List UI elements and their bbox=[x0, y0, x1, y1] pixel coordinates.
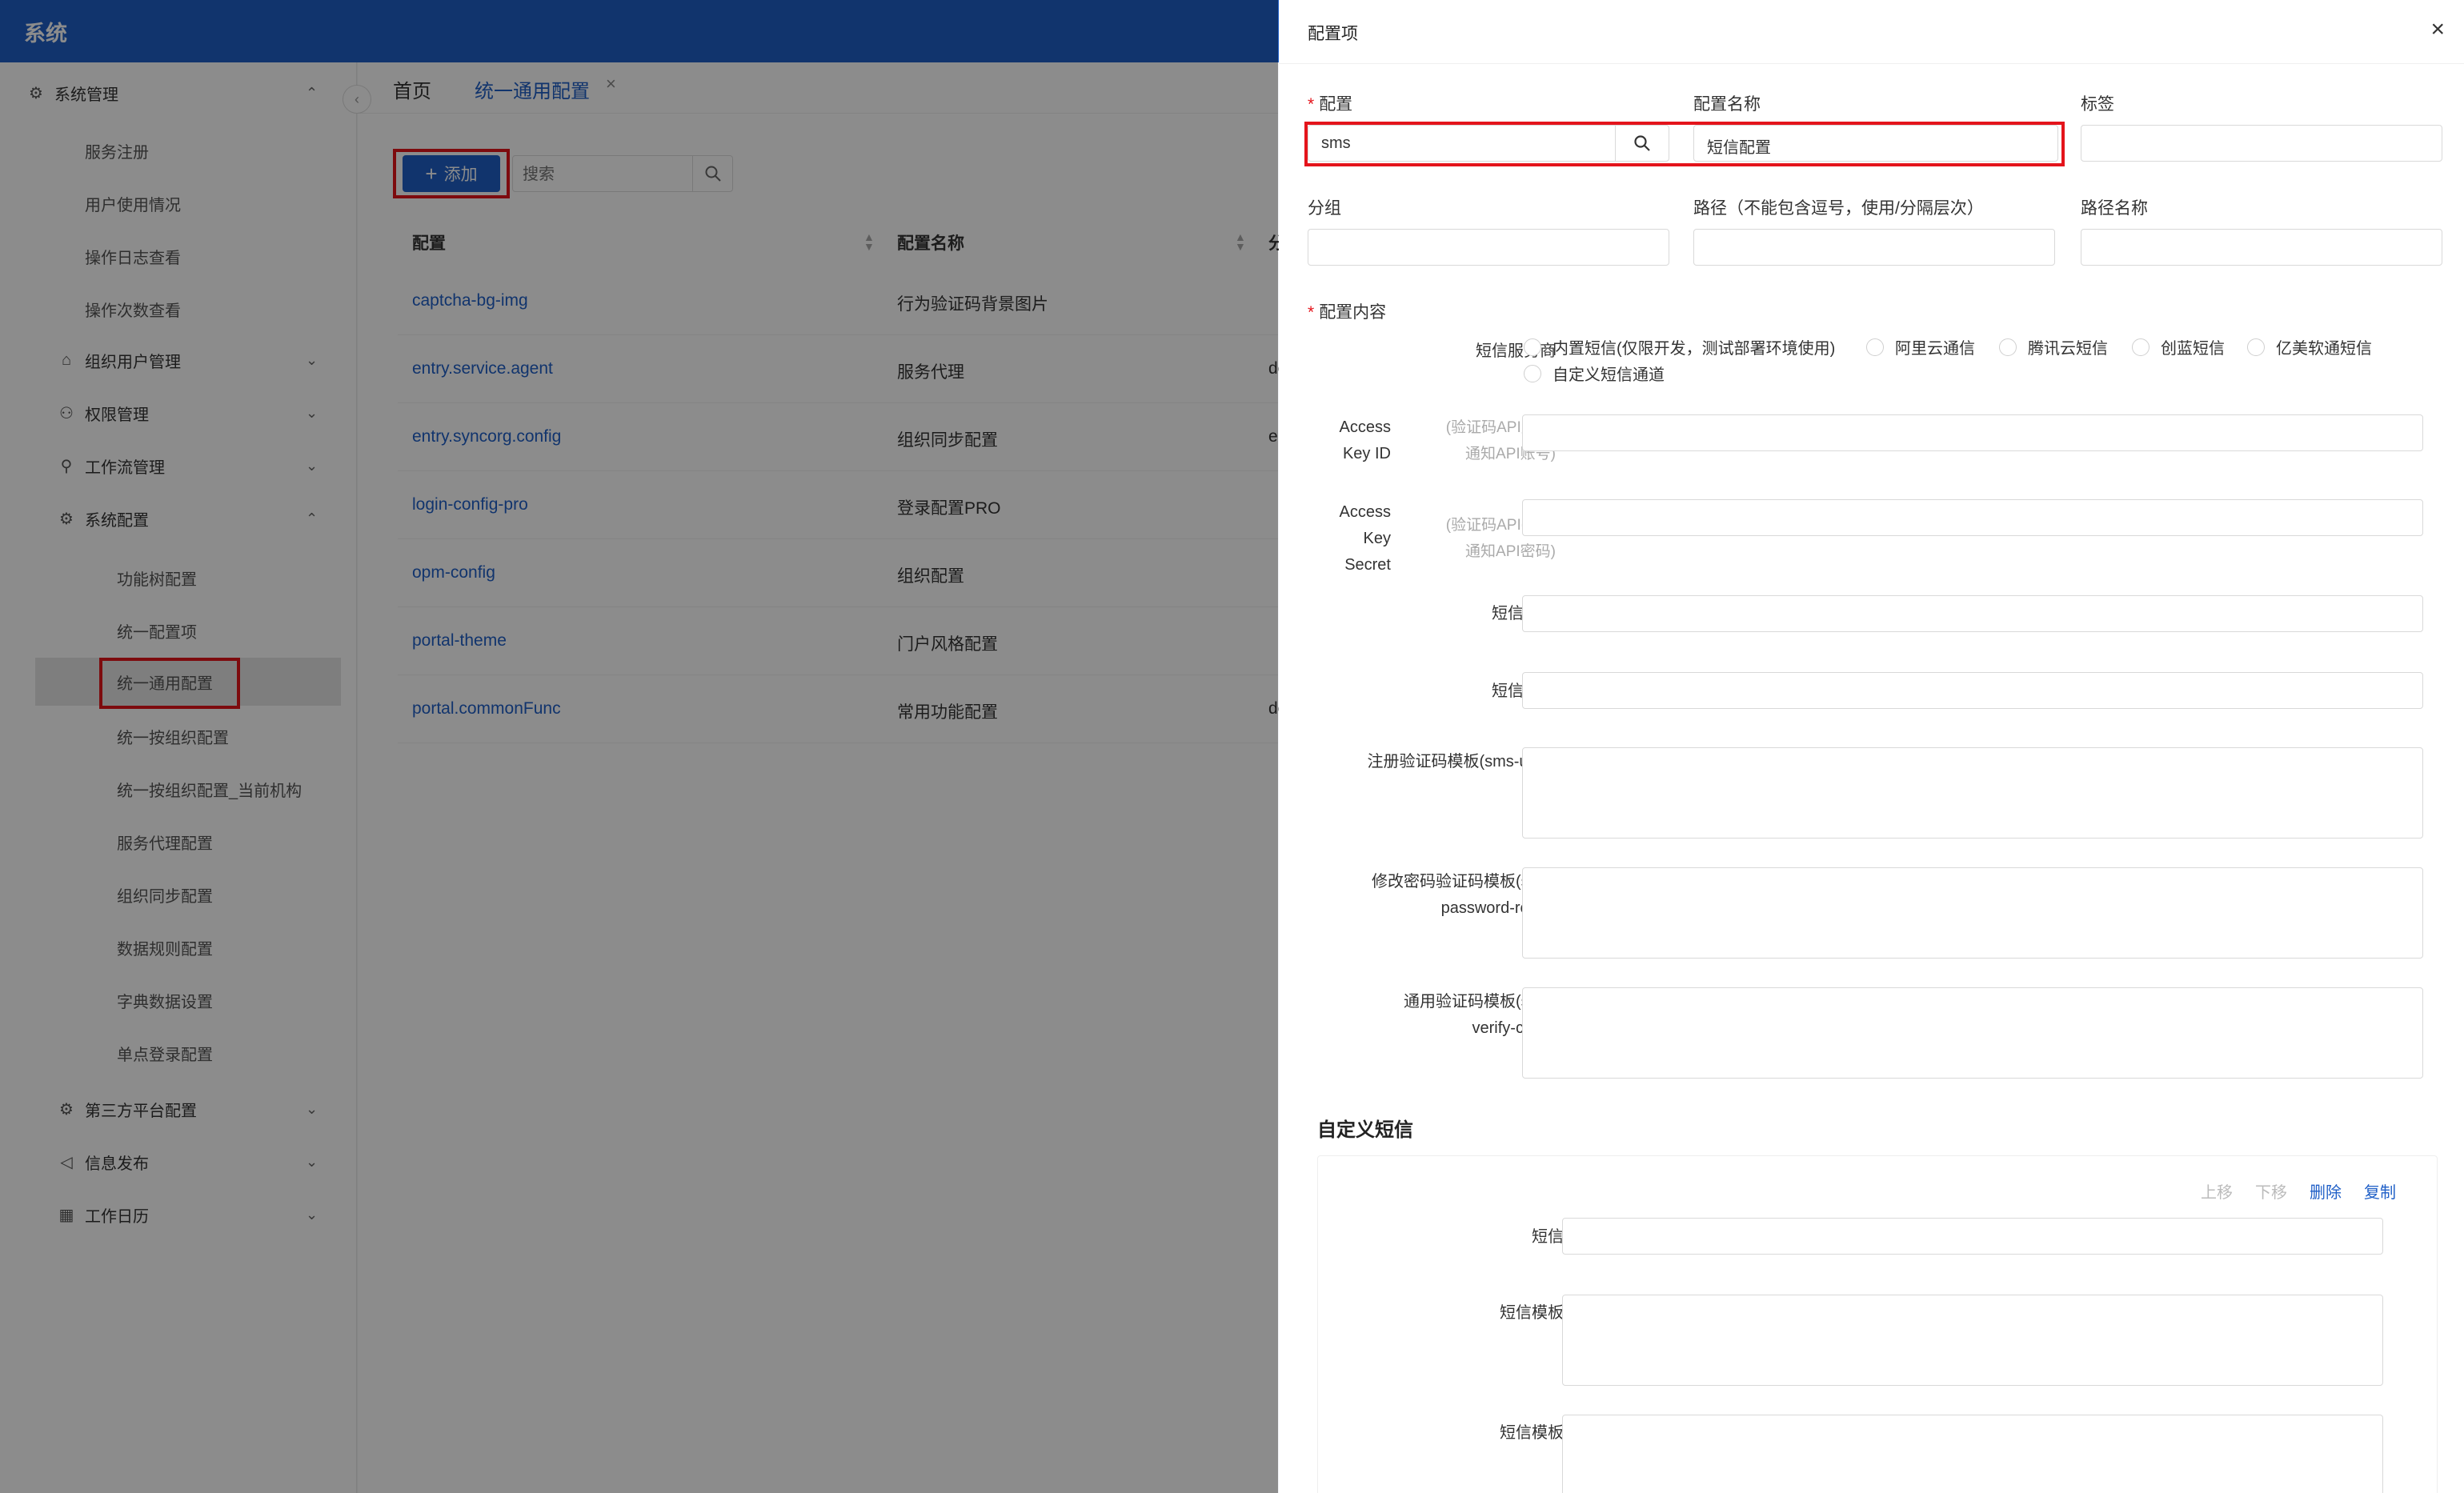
access-key-id-label: Access Key ID bbox=[1311, 414, 1391, 467]
sms-code-input[interactable] bbox=[1562, 1218, 2383, 1255]
sms-template-content-textarea[interactable] bbox=[1562, 1415, 2383, 1493]
radio-builtin-sms[interactable]: 内置短信(仅限开发，测试部署环境使用) bbox=[1524, 335, 1835, 358]
radio-circle bbox=[1524, 338, 1541, 356]
hint-line: 通知API密码) bbox=[1465, 543, 1556, 560]
radio-label: 亿美软通短信 bbox=[2276, 340, 2372, 358]
radio-label: 自定义短信通道 bbox=[1553, 366, 1665, 384]
radio-chuanglan[interactable]: 创蓝短信 bbox=[2132, 335, 2225, 358]
move-up-button[interactable]: 上移 bbox=[2201, 1179, 2233, 1203]
group-label: 分组 bbox=[1308, 199, 1341, 218]
radio-circle bbox=[2132, 338, 2149, 356]
highlight-box-config bbox=[1304, 122, 2065, 166]
reset-template-textarea[interactable] bbox=[1522, 867, 2423, 959]
required-mark: * bbox=[1308, 95, 1315, 114]
path-input[interactable] bbox=[1693, 229, 2055, 266]
reset-template-label: 修改密码验证码模板(sms- password-reset) bbox=[1287, 869, 1556, 922]
label-line: Access bbox=[1339, 418, 1391, 436]
radio-label: 内置短信(仅限开发，测试部署环境使用) bbox=[1553, 340, 1836, 358]
radio-label: 创蓝短信 bbox=[2161, 340, 2225, 358]
access-key-secret-input[interactable] bbox=[1522, 499, 2423, 536]
config-name-label: 配置名称 bbox=[1693, 95, 1761, 114]
tag-label: 标签 bbox=[2081, 95, 2114, 114]
custom-sms-title: 自定义短信 bbox=[1317, 1119, 1413, 1141]
radio-label: 腾讯云短信 bbox=[2028, 340, 2108, 358]
radio-label: 阿里云通信 bbox=[1895, 340, 1975, 358]
sms-template-code-label: 短信模板编码 bbox=[1500, 1304, 1596, 1322]
sms-code-label: 短信编码 bbox=[1327, 1224, 1596, 1251]
content-label: * 配置内容 bbox=[1308, 299, 1386, 323]
drawer-title: 配置项 bbox=[1308, 25, 1358, 43]
drawer-header: 配置项 × bbox=[1279, 0, 2464, 64]
sms-provider-label: 短信服务商 bbox=[1476, 342, 1556, 360]
close-icon[interactable]: × bbox=[2430, 16, 2445, 43]
tag-input[interactable] bbox=[2081, 125, 2442, 162]
config-label-text: 配置 bbox=[1319, 95, 1353, 114]
radio-emay[interactable]: 亿美软通短信 bbox=[2247, 335, 2372, 358]
label-line: password-reset) bbox=[1440, 899, 1556, 917]
config-drawer: 配置项 × * 配置 sms 配置名称 短信配置 标签 分组 路径（不能包含逗号，… bbox=[1279, 0, 2464, 1493]
verify-template-textarea[interactable] bbox=[1522, 987, 2423, 1079]
radio-tencent[interactable]: 腾讯云短信 bbox=[1999, 335, 2108, 358]
path-name-label: 路径名称 bbox=[2081, 199, 2148, 218]
reg-template-label: 注册验证码模板(sms-user- reg) bbox=[1287, 749, 1556, 802]
sms-address-label: 短信地址 bbox=[1311, 678, 1556, 705]
config-label: * 配置 bbox=[1308, 91, 1352, 115]
content-label-text: 配置内容 bbox=[1319, 303, 1387, 322]
radio-aliyun[interactable]: 阿里云通信 bbox=[1866, 335, 1975, 358]
sms-template-code-textarea[interactable] bbox=[1562, 1295, 2383, 1386]
label-line: reg) bbox=[1287, 775, 1556, 802]
sms-address-input[interactable] bbox=[1522, 672, 2423, 709]
group-input[interactable] bbox=[1308, 229, 1669, 266]
verify-template-label: 通用验证码模板(sms- verify-code) bbox=[1287, 989, 1556, 1042]
sms-sign-label: 短信签名 bbox=[1311, 601, 1556, 627]
sms-sign-input[interactable] bbox=[1522, 595, 2423, 632]
label-line: 通用验证码模板(sms- bbox=[1404, 993, 1556, 1011]
reg-template-textarea[interactable] bbox=[1522, 747, 2423, 839]
copy-button[interactable]: 复制 bbox=[2364, 1179, 2396, 1203]
label-line: Key bbox=[1363, 530, 1391, 547]
radio-circle bbox=[1866, 338, 1884, 356]
sms-template-content-label: 短信模板内容 bbox=[1500, 1424, 1596, 1442]
radio-circle bbox=[1524, 364, 1541, 382]
move-down-button[interactable]: 下移 bbox=[2255, 1179, 2287, 1203]
radio-circle bbox=[1999, 338, 2017, 356]
label-line: verify-code) bbox=[1472, 1019, 1556, 1037]
radio-circle bbox=[2247, 338, 2265, 356]
delete-button[interactable]: 删除 bbox=[2310, 1179, 2342, 1203]
radio-custom-channel[interactable]: 自定义短信通道 bbox=[1524, 362, 1665, 385]
path-label: 路径（不能包含逗号，使用/分隔层次） bbox=[1693, 199, 1984, 218]
label-line: 修改密码验证码模板(sms- bbox=[1372, 873, 1556, 891]
path-name-input[interactable] bbox=[2081, 229, 2442, 266]
label-line: Access bbox=[1339, 503, 1391, 521]
label-line: Secret bbox=[1344, 556, 1391, 574]
modal-overlay[interactable] bbox=[0, 0, 1278, 1493]
access-key-id-input[interactable] bbox=[1522, 414, 2423, 451]
label-line: Key ID bbox=[1342, 445, 1391, 462]
label-line: 注册验证码模板(sms-user- bbox=[1367, 753, 1556, 771]
access-key-secret-label: Access Key Secret bbox=[1311, 499, 1391, 578]
required-mark: * bbox=[1308, 303, 1315, 322]
